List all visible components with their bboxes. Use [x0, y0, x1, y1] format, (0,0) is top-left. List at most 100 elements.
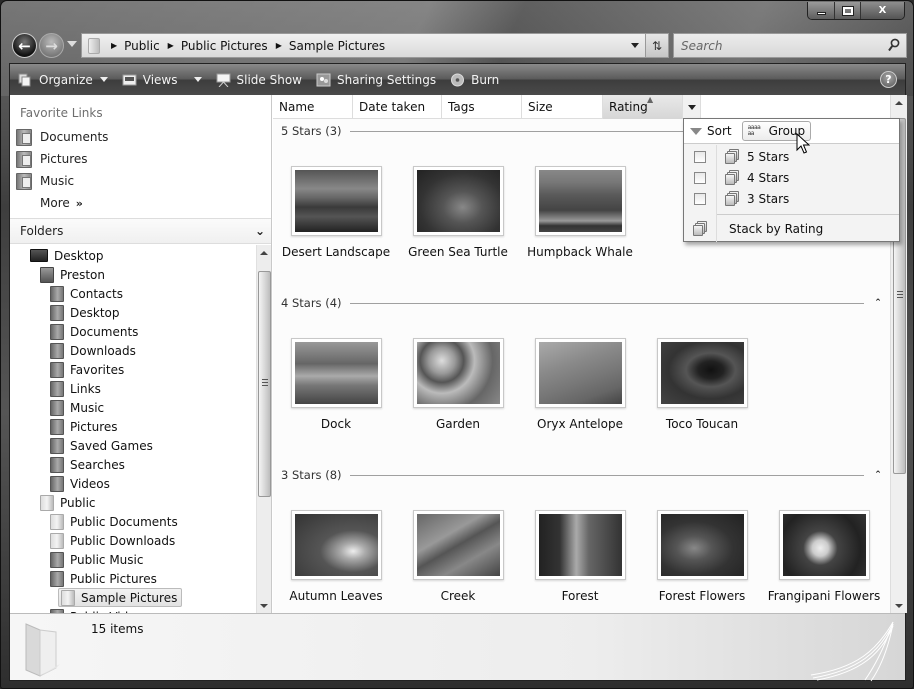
views-button[interactable]: Views [122, 64, 202, 95]
refresh-button[interactable]: ⇅ [645, 33, 669, 58]
filter-3-stars[interactable]: 3 Stars [684, 188, 899, 209]
collapse-chevron-icon[interactable]: ⌃ [872, 298, 884, 308]
collapse-chevron-icon[interactable]: ⌃ [872, 470, 884, 480]
tree-item-public-pictures[interactable]: Public Pictures [50, 569, 157, 588]
column-header-tags[interactable]: Tags [442, 95, 522, 119]
breadcrumb-arrow-icon[interactable]: ▶ [168, 41, 174, 50]
breadcrumb-label[interactable]: Public [124, 39, 160, 53]
public-pictures-icon [50, 570, 64, 587]
filter-checkbox[interactable] [694, 150, 706, 163]
sharing-settings-button[interactable]: Sharing Settings [316, 64, 436, 95]
slide-show-button[interactable]: Slide Show [216, 64, 302, 95]
filter-checkbox[interactable] [694, 192, 706, 205]
tree-item-videos[interactable]: Videos [50, 474, 110, 493]
chevron-down-icon[interactable] [193, 77, 202, 82]
group-header-3-stars[interactable]: 3 Stars (8) ⌃ [273, 467, 888, 483]
breadcrumb-arrow-icon[interactable]: ▶ [276, 41, 282, 50]
forward-button[interactable]: → [39, 33, 64, 58]
tree-item-desktop-folder[interactable]: Desktop [50, 303, 120, 322]
tree-item-searches[interactable]: Searches [50, 455, 125, 474]
column-label: Rating [609, 100, 648, 114]
folder-tree-scrollbar[interactable] [256, 245, 271, 613]
tree-item-pictures[interactable]: Pictures [50, 417, 118, 436]
pictures-folder-icon [16, 150, 32, 168]
tree-item-sample-pictures[interactable]: Sample Pictures [58, 588, 183, 607]
maximize-button[interactable] [834, 2, 860, 19]
tree-item-public-documents[interactable]: Public Documents [50, 512, 178, 531]
tree-item-contacts[interactable]: Contacts [50, 284, 123, 303]
file-item[interactable]: Forest [520, 510, 640, 603]
breadcrumb-sample-pictures[interactable]: ▶ Sample Pictures [273, 34, 390, 57]
tree-item-public-downloads[interactable]: Public Downloads [50, 531, 175, 550]
tree-item-saved-games[interactable]: Saved Games [50, 436, 153, 455]
search-box[interactable] [673, 33, 907, 58]
breadcrumb-label[interactable]: Public Pictures [181, 39, 268, 53]
favorite-link-music[interactable]: Music [16, 171, 266, 191]
file-item[interactable]: Green Sea Turtle [398, 166, 518, 259]
filter-4-stars[interactable]: 4 Stars [684, 167, 899, 188]
favorite-link-pictures[interactable]: Pictures [16, 149, 266, 169]
favorite-link-documents[interactable]: Documents [16, 127, 266, 147]
recent-pages-dropdown[interactable] [67, 41, 77, 47]
column-header-size[interactable]: Size [522, 95, 603, 119]
scroll-down-arrow-icon[interactable] [895, 604, 903, 608]
tree-item-public-music[interactable]: Public Music [50, 550, 143, 569]
file-name: Autumn Leaves [289, 589, 383, 603]
tree-item-label: Desktop [54, 248, 104, 263]
group-header-4-stars[interactable]: 4 Stars (4) ⌃ [273, 295, 888, 311]
file-item[interactable]: Creek [398, 510, 518, 603]
file-item[interactable]: Dock [276, 338, 396, 431]
breadcrumb-arrow-icon[interactable]: ▶ [111, 41, 117, 50]
tree-item-music[interactable]: Music [50, 398, 104, 417]
filter-checkbox[interactable] [694, 171, 706, 184]
more-links-button[interactable]: More » [40, 196, 83, 210]
thumbnail-frame [290, 510, 382, 580]
file-item[interactable]: Oryx Antelope [520, 338, 640, 431]
filter-label: 5 Stars [747, 149, 790, 164]
help-button[interactable]: ? [880, 71, 897, 88]
breadcrumb-public[interactable]: ▶ Public [108, 34, 165, 57]
column-header-rating[interactable]: Rating ▲ [603, 95, 683, 119]
tree-item-downloads[interactable]: Downloads [50, 341, 136, 360]
tree-item-links[interactable]: Links [50, 379, 101, 398]
tree-item-public[interactable]: Public [40, 493, 96, 512]
breadcrumb-public-pictures[interactable]: ▶ Public Pictures [165, 34, 273, 57]
search-icon[interactable] [888, 38, 900, 52]
stack-by-rating[interactable]: Stack by Rating [684, 218, 899, 239]
file-item[interactable]: Toco Toucan [642, 338, 762, 431]
minimize-button[interactable] [808, 2, 834, 19]
tree-item-preston[interactable]: Preston [40, 265, 105, 284]
file-item[interactable]: Humpback Whale [520, 166, 640, 259]
scroll-up-arrow-icon[interactable] [260, 251, 268, 255]
stack-icon [725, 149, 739, 164]
rating-column-dropdown[interactable] [683, 95, 701, 119]
column-header-name[interactable]: Name [273, 95, 353, 119]
folders-header[interactable]: Folders ⌄ [10, 218, 271, 244]
burn-label: Burn [471, 72, 500, 87]
breadcrumb-label[interactable]: Sample Pictures [289, 39, 385, 53]
address-bar[interactable]: ▶ Public ▶ Public Pictures ▶ Sample Picture… [81, 33, 646, 58]
close-button[interactable]: X [860, 2, 904, 19]
file-item[interactable]: Forest Flowers [642, 510, 762, 603]
column-header-date-taken[interactable]: Date taken [353, 95, 442, 119]
mouse-cursor-icon [796, 133, 810, 154]
scrollbar-thumb[interactable] [258, 271, 271, 497]
filter-5-stars[interactable]: 5 Stars [684, 146, 899, 167]
tree-item-favorites[interactable]: Favorites [50, 360, 124, 379]
back-button[interactable]: ← [12, 33, 37, 58]
file-item[interactable]: Autumn Leaves [276, 510, 396, 603]
organize-button[interactable]: Organize [18, 64, 108, 95]
address-dropdown-button[interactable] [623, 34, 645, 57]
favorite-link-label: Documents [40, 130, 109, 144]
sort-button[interactable]: Sort [707, 124, 732, 138]
scroll-down-arrow-icon[interactable] [260, 604, 268, 608]
scroll-up-arrow-icon[interactable] [895, 101, 903, 105]
file-item[interactable]: Garden [398, 338, 518, 431]
burn-button[interactable]: Burn [450, 64, 499, 95]
tree-item-documents[interactable]: Documents [50, 322, 138, 341]
file-item[interactable]: Frangipani Flowers [764, 510, 884, 603]
search-input[interactable] [681, 38, 881, 53]
chevron-down-icon[interactable]: ⌄ [255, 224, 265, 238]
file-item[interactable]: Desert Landscape [276, 166, 396, 259]
tree-item-desktop[interactable]: Desktop [30, 246, 104, 265]
